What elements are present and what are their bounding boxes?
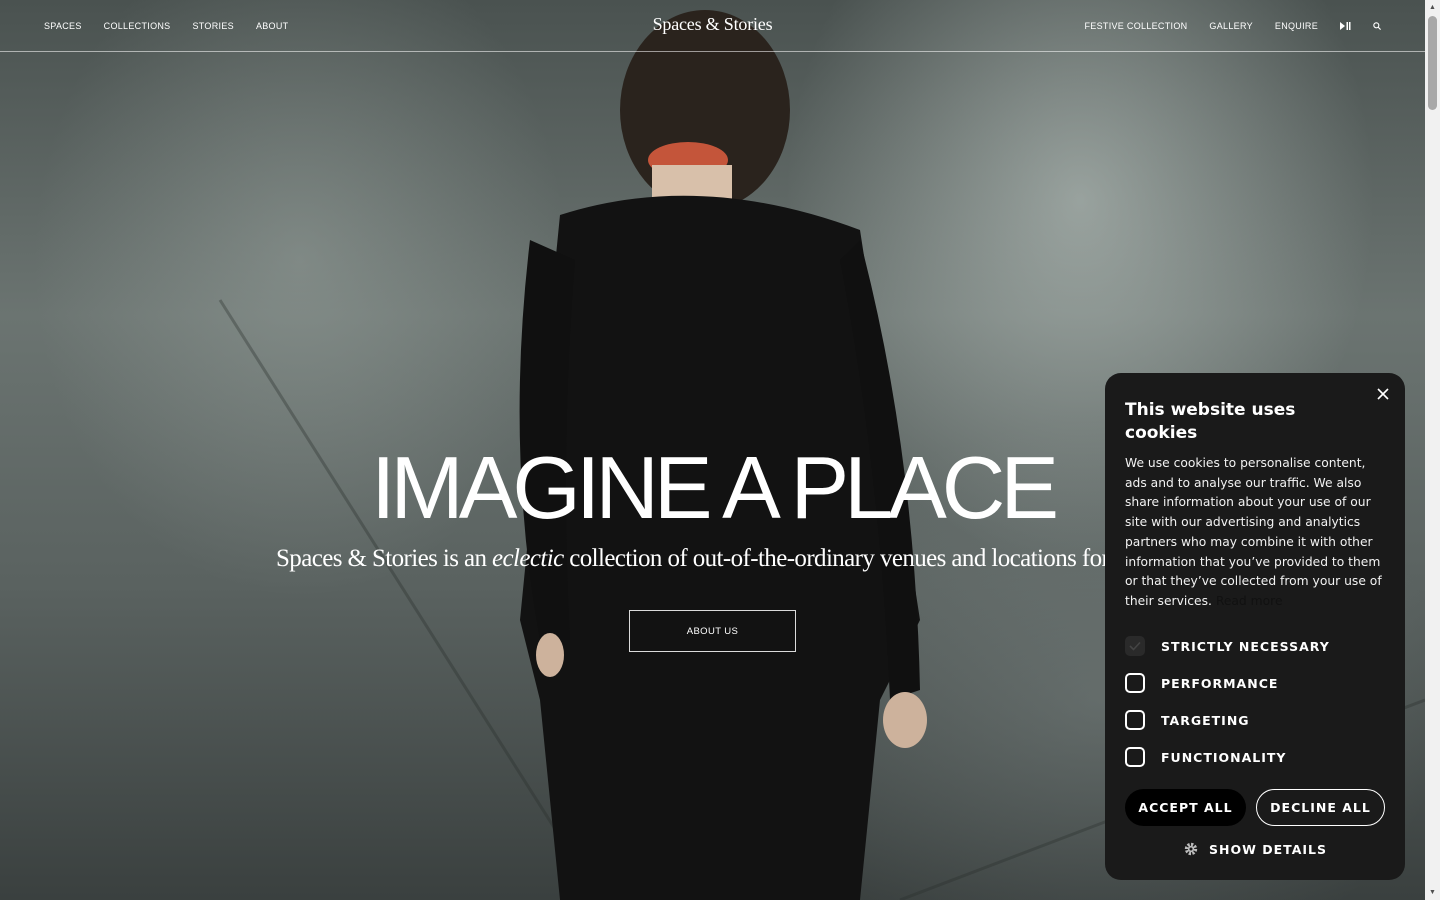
checkbox-targeting[interactable] xyxy=(1125,710,1145,730)
cookie-consent-dialog: This website uses cookies We use cookies… xyxy=(1105,373,1405,880)
nav-gallery[interactable]: GALLERY xyxy=(1209,21,1252,31)
read-more-link[interactable]: Read more xyxy=(1216,594,1283,608)
checkbox-strictly-necessary[interactable] xyxy=(1125,636,1145,656)
hero-tagline: Spaces & Stories is an eclectic collecti… xyxy=(276,545,1110,573)
show-details-button[interactable]: SHOW DETAILS xyxy=(1105,841,1405,857)
tagline-text-end: collection of out-of-the-ordinary venues… xyxy=(563,545,1110,572)
close-icon[interactable] xyxy=(1375,386,1391,402)
tagline-emphasis: eclectic xyxy=(492,545,564,572)
option-label: TARGETING xyxy=(1161,712,1250,728)
option-label: PERFORMANCE xyxy=(1161,675,1279,691)
option-performance[interactable]: PERFORMANCE xyxy=(1125,671,1278,695)
option-label: STRICTLY NECESSARY xyxy=(1161,638,1330,654)
option-label: FUNCTIONALITY xyxy=(1161,749,1287,765)
gear-icon xyxy=(1183,841,1199,857)
accept-all-button[interactable]: ACCEPT ALL xyxy=(1125,789,1246,826)
option-targeting[interactable]: TARGETING xyxy=(1125,708,1250,732)
scrollbar-thumb[interactable] xyxy=(1428,16,1437,110)
cookie-title: This website uses cookies xyxy=(1125,400,1296,443)
cookie-description-text: We use cookies to personalise content, a… xyxy=(1125,456,1382,608)
option-functionality[interactable]: FUNCTIONALITY xyxy=(1125,745,1286,769)
decline-all-button[interactable]: DECLINE ALL xyxy=(1256,789,1385,826)
checkbox-performance[interactable] xyxy=(1125,673,1145,693)
option-strictly-necessary[interactable]: STRICTLY NECESSARY xyxy=(1125,634,1330,658)
tagline-text-start: Spaces & Stories is an xyxy=(276,545,493,572)
checkbox-functionality[interactable] xyxy=(1125,747,1145,767)
site-header: SPACES COLLECTIONS STORIES ABOUT Spaces … xyxy=(0,0,1425,52)
checkmark-icon xyxy=(1129,641,1141,651)
scroll-up-arrow-icon[interactable]: ▲ xyxy=(1425,0,1440,15)
play-pause-icon[interactable] xyxy=(1340,21,1351,30)
page-scrollbar[interactable]: ▲ ▼ xyxy=(1425,0,1440,900)
nav-enquire[interactable]: ENQUIRE xyxy=(1275,21,1318,31)
cookie-description: We use cookies to personalise content, a… xyxy=(1125,454,1389,612)
secondary-nav: FESTIVE COLLECTION GALLERY ENQUIRE xyxy=(1063,0,1382,51)
about-us-button[interactable]: ABOUT US xyxy=(629,610,796,652)
nav-festive-collection[interactable]: FESTIVE COLLECTION xyxy=(1085,21,1188,31)
show-details-label: SHOW DETAILS xyxy=(1209,841,1327,857)
scroll-down-arrow-icon[interactable]: ▼ xyxy=(1425,885,1440,900)
search-icon[interactable] xyxy=(1373,21,1381,30)
